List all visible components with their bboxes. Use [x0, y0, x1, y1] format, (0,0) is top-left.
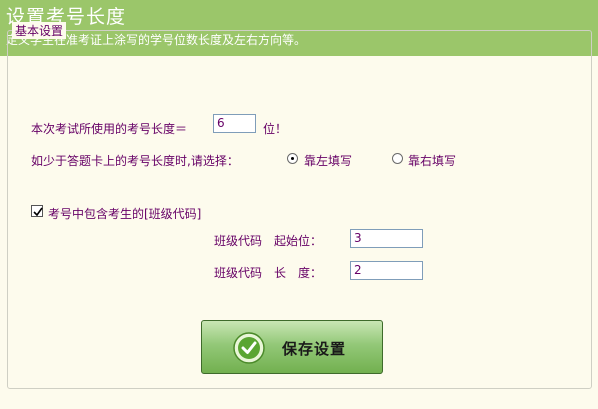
- align-right-radio[interactable]: [392, 153, 403, 164]
- align-left-label[interactable]: 靠左填写: [304, 152, 352, 169]
- save-button-label: 保存设置: [282, 340, 347, 358]
- class-length-input[interactable]: 2: [350, 261, 423, 280]
- class-start-input[interactable]: 3: [350, 229, 423, 248]
- exam-length-label: 本次考试所使用的考号长度＝: [31, 122, 188, 136]
- group-legend: 基本设置: [12, 22, 67, 39]
- align-right-label[interactable]: 靠右填写: [408, 152, 456, 169]
- include-class-label[interactable]: 考号中包含考生的[班级代码]: [48, 205, 201, 222]
- align-left-radio[interactable]: [287, 153, 298, 164]
- checkmark-icon: [33, 207, 43, 217]
- alignment-prompt: 如少于答题卡上的考号长度时,请选择：: [31, 154, 239, 168]
- exam-length-input[interactable]: 6: [213, 114, 256, 133]
- class-start-label: 班级代码 起始位：: [214, 234, 323, 248]
- check-circle-icon: [233, 332, 265, 364]
- save-settings-button[interactable]: 保存设置: [201, 320, 383, 374]
- class-length-label: 班级代码 长 度：: [214, 266, 323, 280]
- include-class-checkbox[interactable]: [31, 205, 43, 217]
- exam-length-unit: 位！: [263, 122, 288, 136]
